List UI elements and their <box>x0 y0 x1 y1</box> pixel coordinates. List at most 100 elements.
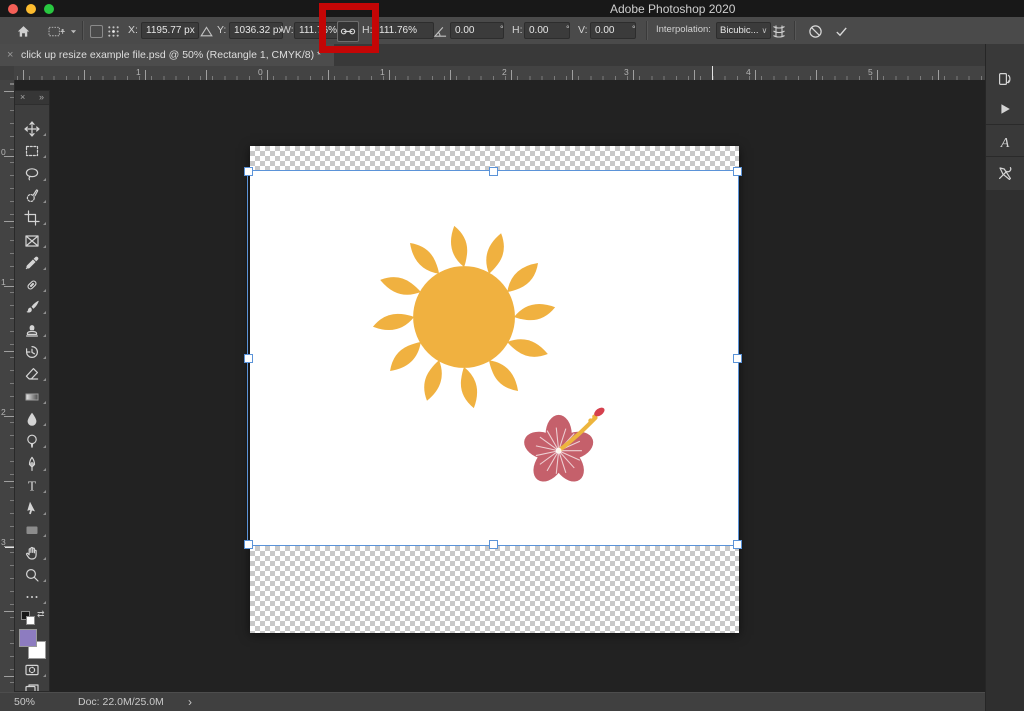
home-icon[interactable] <box>14 22 32 40</box>
reference-point-grid-icon[interactable] <box>106 22 120 40</box>
rotate-angle-icon[interactable] <box>432 22 448 40</box>
move-tool[interactable] <box>15 118 49 140</box>
tab-close-icon[interactable]: × <box>7 49 13 61</box>
zoom-level-field[interactable]: 50% <box>14 696 35 708</box>
clone-stamp-tool[interactable] <box>15 319 49 341</box>
status-bar: 50% Doc: 22.0M/25.0M › <box>0 692 985 711</box>
skew-v-field[interactable]: 0.00 <box>590 22 636 39</box>
panel-dock-lower <box>985 190 1024 711</box>
reference-point-checkbox[interactable] <box>90 25 103 38</box>
window-maximize-button[interactable] <box>44 4 54 14</box>
rectangular-marquee-tool[interactable] <box>15 140 49 162</box>
eyedropper-tool[interactable] <box>15 252 49 274</box>
y-position-field[interactable]: 1036.32 px <box>229 22 283 39</box>
quick-mask-button[interactable] <box>15 659 49 681</box>
window-title: Adobe Photoshop 2020 <box>610 2 736 16</box>
hand-tool[interactable] <box>15 542 49 564</box>
window-minimize-button[interactable] <box>26 4 36 14</box>
healing-brush-tool[interactable] <box>15 274 49 296</box>
frame-tool[interactable] <box>15 230 49 252</box>
ruler-label: 1 <box>380 67 385 77</box>
tab-title: click up resize example file.psd @ 50% (… <box>21 49 322 61</box>
options-divider <box>646 21 648 40</box>
tools-panel-header[interactable]: × » <box>15 91 49 105</box>
rotation-field[interactable]: 0.00 <box>450 22 504 39</box>
transform-handle-sw[interactable] <box>244 540 253 549</box>
options-divider <box>794 21 796 40</box>
glyphs-panel-icon[interactable]: A <box>986 127 1024 157</box>
ruler-label: 3 <box>624 67 629 77</box>
ruler-label: 0 <box>1 147 6 157</box>
vertical-ruler[interactable]: 0 1 2 3 <box>0 80 15 692</box>
photoshop-window: Adobe Photoshop 2020 X: 1195.77 px Y: 10… <box>0 0 1024 711</box>
transform-handle-n[interactable] <box>489 167 498 176</box>
ruler-label: 0 <box>258 67 263 77</box>
svg-text:T: T <box>28 478 37 493</box>
screen-mode-button[interactable] <box>15 679 49 691</box>
skew-v-label: V: <box>578 24 588 36</box>
interpolation-value: Bicubic... <box>720 25 759 36</box>
pen-tool[interactable] <box>15 453 49 475</box>
panel-close-icon[interactable]: × <box>20 92 25 102</box>
quick-selection-tool[interactable] <box>15 185 49 207</box>
rectangle-tool[interactable] <box>15 519 49 541</box>
tools-panel-icon[interactable] <box>986 158 1024 188</box>
ruler-label: 1 <box>1 277 6 287</box>
panel-collapse-icon[interactable]: » <box>39 92 44 102</box>
ruler-corner <box>0 66 15 81</box>
ruler-cursor-marker <box>712 66 713 80</box>
transform-handle-ne[interactable] <box>733 167 742 176</box>
horizontal-ruler[interactable]: 1 0 1 2 3 4 5 <box>14 66 985 81</box>
tab-bar: × click up resize example file.psd @ 50%… <box>0 44 985 66</box>
transform-handle-s[interactable] <box>489 540 498 549</box>
document-tab[interactable]: × click up resize example file.psd @ 50%… <box>0 44 334 66</box>
warp-mode-icon[interactable] <box>770 22 788 40</box>
history-panel-icon[interactable] <box>986 64 1024 94</box>
y-label: Y: <box>217 24 227 36</box>
brush-tool[interactable] <box>15 296 49 318</box>
relative-positioning-delta-icon[interactable] <box>199 22 214 40</box>
transform-handle-nw[interactable] <box>244 167 253 176</box>
actions-panel-icon[interactable] <box>986 94 1024 124</box>
status-chevron-icon[interactable]: › <box>188 695 192 709</box>
eraser-tool[interactable] <box>15 363 49 385</box>
lasso-tool[interactable] <box>15 163 49 185</box>
skew-h-unit: ° <box>566 24 570 34</box>
path-selection-tool[interactable] <box>15 497 49 519</box>
swap-colors-icon[interactable]: ⇄ <box>37 609 45 620</box>
preset-caret-icon[interactable] <box>69 22 77 40</box>
x-position-field[interactable]: 1195.77 px <box>141 22 199 39</box>
transform-handle-e[interactable] <box>733 354 742 363</box>
transform-bounding-box[interactable] <box>244 167 742 549</box>
skew-h-field[interactable]: 0.00 <box>524 22 570 39</box>
history-brush-tool[interactable] <box>15 341 49 363</box>
default-colors-icon[interactable] <box>21 611 35 625</box>
document-size-status: Doc: 22.0M/25.0M <box>78 696 164 708</box>
gradient-tool[interactable] <box>15 386 49 408</box>
ruler-label: 1 <box>136 67 141 77</box>
dock-separator <box>986 124 1024 125</box>
transform-handle-se[interactable] <box>733 540 742 549</box>
commit-transform-icon[interactable] <box>832 22 850 40</box>
zoom-tool[interactable] <box>15 564 49 586</box>
height-field[interactable]: 111.76% <box>374 22 434 39</box>
transform-preset-icon[interactable] <box>46 22 68 40</box>
blur-tool[interactable] <box>15 408 49 430</box>
foreground-color-swatch[interactable] <box>19 629 37 647</box>
cancel-transform-icon[interactable] <box>806 22 824 40</box>
width-field[interactable]: 111.76% <box>294 22 342 39</box>
maintain-aspect-ratio-link-icon[interactable] <box>337 21 359 42</box>
edit-toolbar-ellipsis[interactable] <box>15 586 49 608</box>
dodge-tool[interactable] <box>15 430 49 452</box>
transform-handle-w[interactable] <box>244 354 253 363</box>
ruler-label: 4 <box>746 67 751 77</box>
ruler-label: 2 <box>1 407 6 417</box>
interpolation-label: Interpolation: <box>656 24 711 35</box>
crop-tool[interactable] <box>15 207 49 229</box>
x-label: X: <box>128 24 138 36</box>
type-tool[interactable]: T <box>15 475 49 497</box>
skew-v-unit: ° <box>632 24 636 34</box>
options-bar: X: 1195.77 px Y: 1036.32 px W: 111.76% H… <box>0 17 1024 45</box>
window-close-button[interactable] <box>8 4 18 14</box>
interpolation-dropdown[interactable]: Bicubic... ∨ <box>716 22 772 39</box>
